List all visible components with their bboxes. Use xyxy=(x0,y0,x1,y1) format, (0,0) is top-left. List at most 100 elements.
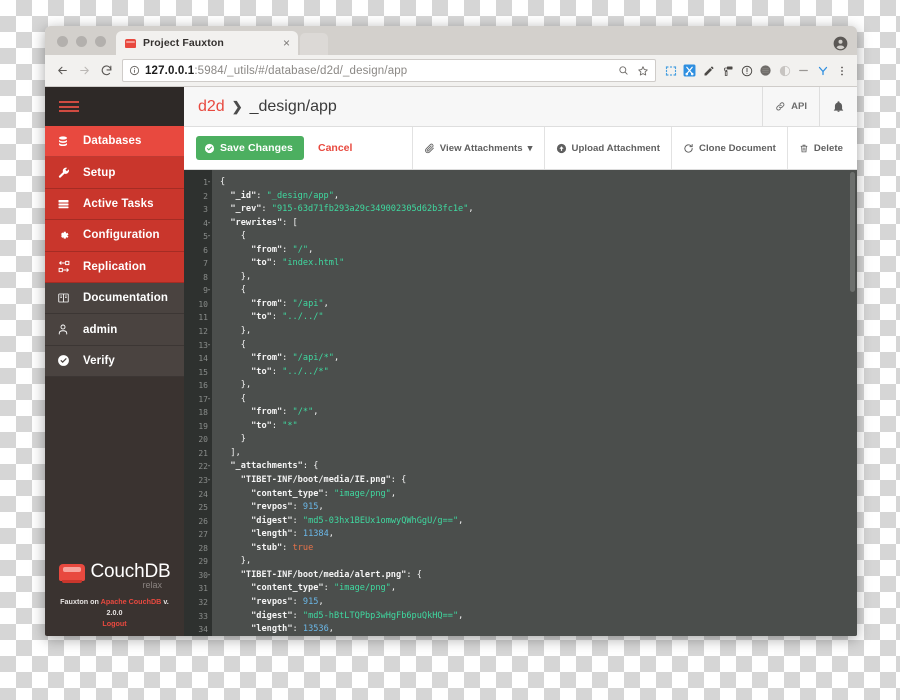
editor-line-number: 5 xyxy=(184,229,211,244)
tab-title: Project Fauxton xyxy=(143,37,224,49)
editor-line-number: 26 xyxy=(198,516,208,526)
check-circle-icon xyxy=(204,143,215,154)
editor-line-number: 25 xyxy=(198,503,208,513)
paint-roller-icon[interactable] xyxy=(718,60,737,81)
sidebar-item-admin[interactable]: admin xyxy=(45,314,184,346)
search-icon[interactable] xyxy=(618,65,629,76)
trash-icon xyxy=(799,143,809,154)
logout-link[interactable]: Logout xyxy=(53,619,176,628)
app-page: Databases Setup Active Tasks Configurati… xyxy=(45,87,857,636)
fingerprint-icon[interactable] xyxy=(756,60,775,81)
editor-code[interactable]: { "_id": "_design/app", "_rev": "915-63d… xyxy=(212,170,857,636)
editor-line-number: 20 xyxy=(198,435,208,445)
sidebar-item-active-tasks[interactable]: Active Tasks xyxy=(45,188,184,221)
apache-couchdb-link[interactable]: Apache CouchDB xyxy=(101,597,162,606)
editor-line-number: 21 xyxy=(198,448,208,458)
sidebar-item-configuration[interactable]: Configuration xyxy=(45,220,184,252)
editor-line: }, xyxy=(240,326,252,337)
browser-window: Project Fauxton × 127.0.0.1:5984/_utils/… xyxy=(45,26,857,636)
editor-line-number: 8 xyxy=(203,272,208,282)
editor-line-number: 13 xyxy=(184,338,211,353)
sidebar-item-label: Documentation xyxy=(83,292,168,305)
clone-document-button[interactable]: Clone Document xyxy=(670,127,787,169)
editor-scrollbar[interactable] xyxy=(848,170,857,636)
editor-line: "from": "/api/*", xyxy=(251,353,340,364)
editor-line: { xyxy=(240,231,246,242)
upload-attachment-button[interactable]: Upload Attachment xyxy=(543,127,671,169)
editor-line-number: 34 xyxy=(198,625,208,635)
editor-line: "to": "index.html" xyxy=(251,258,345,269)
delete-button[interactable]: Delete xyxy=(786,127,857,169)
upload-attachment-label: Upload Attachment xyxy=(571,142,660,154)
document-toolbar: Save Changes Cancel View Attachments ▾ U… xyxy=(184,127,857,170)
browser-tab[interactable]: Project Fauxton × xyxy=(116,31,298,55)
y-letter-icon[interactable] xyxy=(813,60,832,81)
editor-line-number: 2 xyxy=(203,191,208,201)
save-changes-label: Save Changes xyxy=(220,142,293,154)
delete-label: Delete xyxy=(813,142,843,154)
kebab-menu-icon[interactable] xyxy=(832,60,851,81)
maximize-window-button[interactable] xyxy=(95,36,106,47)
editor-line: "digest": "md5-hBtLTQPbp3wHgFb6puQkHQ=="… xyxy=(251,610,464,621)
view-attachments-label: View Attachments xyxy=(439,142,523,154)
brand-footer: Fauxton on Apache CouchDB v. 2.0.0 xyxy=(53,597,176,619)
frame-select-icon[interactable] xyxy=(661,60,680,81)
api-button[interactable]: API xyxy=(762,87,819,126)
editor-line-number: 33 xyxy=(198,611,208,621)
editor-line: "_rev": "915-63d71fb293a29c349002305d62b… xyxy=(230,204,474,215)
sidebar-item-documentation[interactable]: Documentation xyxy=(45,282,184,315)
account-circle-icon[interactable] xyxy=(827,31,853,55)
close-window-button[interactable] xyxy=(57,36,68,47)
editor-line: "to": "*" xyxy=(251,420,298,431)
hamburger-menu-icon[interactable] xyxy=(45,87,184,126)
back-button[interactable] xyxy=(51,60,73,82)
gear-icon xyxy=(57,229,76,242)
window-traffic-lights xyxy=(45,36,116,55)
address-bar[interactable]: 127.0.0.1:5984/_utils/#/database/d2d/_de… xyxy=(122,59,656,82)
editor-line: "_attachments": { xyxy=(230,461,319,472)
minimize-window-button[interactable] xyxy=(76,36,87,47)
forward-button[interactable] xyxy=(73,60,95,82)
editor-scrollbar-thumb[interactable] xyxy=(850,172,855,292)
half-circle-icon[interactable] xyxy=(775,60,794,81)
editor-line-number: 3 xyxy=(203,205,208,215)
cancel-button[interactable]: Cancel xyxy=(318,142,352,154)
editor-line-number: 29 xyxy=(198,557,208,567)
exclamation-circle-icon[interactable] xyxy=(737,60,756,81)
brand-footer-prefix: Fauxton on xyxy=(60,597,101,607)
api-label: API xyxy=(791,101,807,112)
notifications-button[interactable] xyxy=(819,87,857,126)
star-icon[interactable] xyxy=(637,65,649,77)
editor-line-number: 4 xyxy=(184,216,211,231)
chevron-down-icon: ▾ xyxy=(527,142,533,154)
save-changes-button[interactable]: Save Changes xyxy=(196,136,304,160)
info-circle-icon[interactable] xyxy=(129,65,140,76)
editor-line: "TIBET-INF/boot/media/alert.png": { xyxy=(240,569,422,580)
editor-line: "digest": "md5-03hx1BEUx1omwyQWhGgU/g=="… xyxy=(251,515,464,526)
editor-line-number: 11 xyxy=(198,313,208,323)
new-tab-button[interactable] xyxy=(300,33,328,55)
reload-button[interactable] xyxy=(95,60,117,82)
bell-icon xyxy=(832,100,845,113)
editor-line-number: 22 xyxy=(184,460,211,474)
editor-line-number: 7 xyxy=(203,259,208,269)
couchdb-favicon-icon xyxy=(125,38,136,48)
user-icon xyxy=(57,323,76,336)
check-circle-icon xyxy=(57,354,76,367)
main-content: d2d ❯ _design/app API Save Changes Cance… xyxy=(184,87,857,636)
minus-icon[interactable] xyxy=(794,60,813,81)
sidebar-item-verify[interactable]: Verify xyxy=(45,345,184,378)
sidebar-item-setup[interactable]: Setup xyxy=(45,157,184,189)
editor-line: }, xyxy=(240,271,252,282)
editor-line-number: 14 xyxy=(198,354,208,364)
scissors-blue-icon[interactable] xyxy=(680,60,699,81)
json-editor[interactable]: 1234567891011121314151617181920212223242… xyxy=(184,170,857,636)
view-attachments-button[interactable]: View Attachments ▾ xyxy=(411,127,544,169)
breadcrumb-database[interactable]: d2d xyxy=(198,98,225,116)
sidebar-item-databases[interactable]: Databases xyxy=(45,126,184,158)
close-icon[interactable]: × xyxy=(283,37,290,49)
pencil-icon[interactable] xyxy=(699,60,718,81)
sidebar-item-replication[interactable]: Replication xyxy=(45,251,184,283)
clone-document-label: Clone Document xyxy=(698,142,776,154)
editor-line-number: 19 xyxy=(198,421,208,431)
